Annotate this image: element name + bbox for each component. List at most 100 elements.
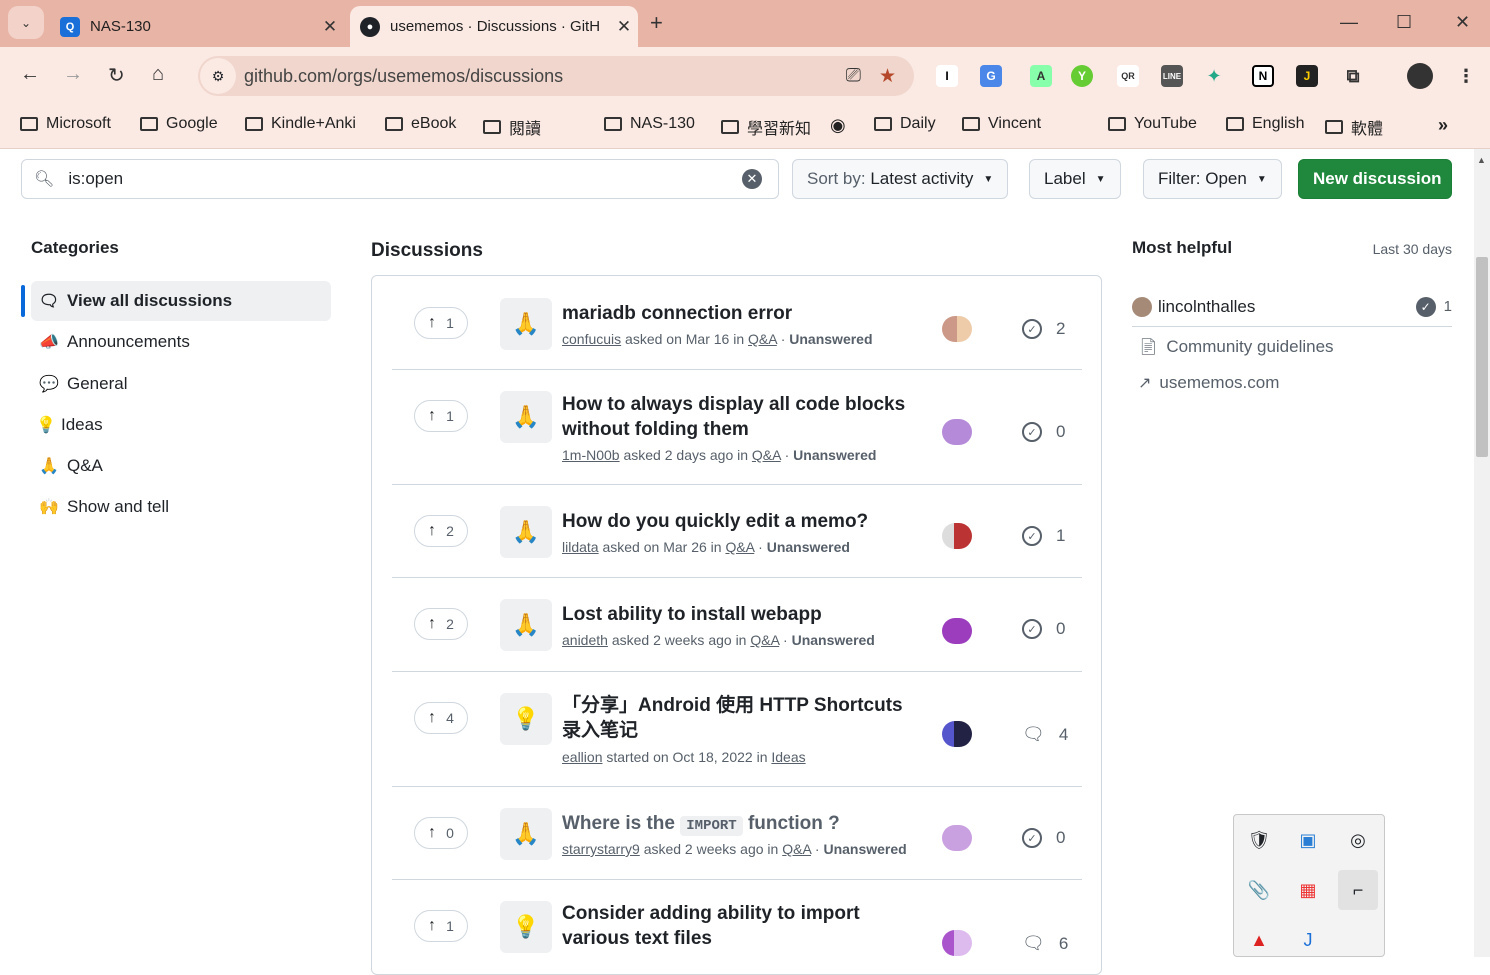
- filter-dropdown[interactable]: Filter: Open ▼: [1143, 159, 1282, 199]
- bookmark-folder-youtube[interactable]: YouTube: [1108, 115, 1197, 133]
- minimize-icon[interactable]: —: [1340, 12, 1358, 33]
- bookmark-folder-reading[interactable]: 閱讀: [483, 115, 541, 139]
- category-view-all[interactable]: 🗨︎ View all discussions: [31, 281, 331, 321]
- helpful-user-row[interactable]: lincolnthalles ✓ 1: [1132, 287, 1452, 327]
- upvote-button[interactable]: ↑ 0: [414, 817, 468, 849]
- globe-bookmark-icon[interactable]: ◉: [830, 115, 846, 136]
- clear-search-icon[interactable]: ✕: [742, 169, 762, 189]
- new-discussion-button[interactable]: New discussion: [1298, 159, 1452, 199]
- website-link[interactable]: ↗ usememos.com: [1138, 373, 1279, 393]
- install-app-icon[interactable]: ⎚: [846, 65, 861, 87]
- menu-kebab-icon[interactable]: ⋮: [1455, 65, 1477, 87]
- bookmark-folder-english[interactable]: English: [1226, 115, 1304, 133]
- category-link[interactable]: Q&A: [782, 841, 811, 857]
- ext-qr-icon[interactable]: QR: [1117, 65, 1139, 87]
- maximize-icon[interactable]: ☐: [1396, 12, 1412, 33]
- network-app-icon[interactable]: ▣: [1288, 820, 1328, 860]
- discussion-row[interactable]: ↑ 2 🙏 How do you quickly edit a memo? lil…: [392, 485, 1082, 578]
- helpful-username[interactable]: lincolnthalles: [1158, 297, 1416, 317]
- capture-app-icon[interactable]: ⌐: [1338, 870, 1378, 910]
- chrome-icon[interactable]: ◎: [1338, 820, 1378, 860]
- author-link[interactable]: eallion: [562, 749, 602, 765]
- upvote-button[interactable]: ↑ 1: [414, 307, 468, 339]
- category-link[interactable]: Q&A: [748, 331, 777, 347]
- author-link[interactable]: 1m-N00b: [562, 447, 620, 463]
- category-qa[interactable]: 🙏 Q&A: [31, 446, 331, 486]
- paperclip-icon[interactable]: 📎: [1239, 870, 1279, 910]
- discussion-row[interactable]: ↑ 1 💡 Consider adding ability to import v…: [392, 880, 1082, 974]
- upvote-button[interactable]: ↑ 1: [414, 400, 468, 432]
- discussion-title[interactable]: Consider adding ability to import variou…: [562, 901, 922, 951]
- bookmark-folder-nas[interactable]: NAS-130: [604, 115, 695, 133]
- category-link[interactable]: Ideas: [771, 749, 805, 765]
- scroll-up-icon[interactable]: ▲: [1477, 155, 1486, 165]
- author-link[interactable]: lildata: [562, 539, 599, 555]
- discussion-row[interactable]: ↑ 1 🙏 How to always display all code bloc…: [392, 370, 1082, 485]
- participant-avatars[interactable]: [942, 930, 972, 956]
- bookmark-star-icon[interactable]: ★: [879, 65, 896, 88]
- ext-notion-icon[interactable]: N: [1252, 65, 1274, 87]
- color-app-icon[interactable]: ▦: [1288, 870, 1328, 910]
- upvote-button[interactable]: ↑ 1: [414, 910, 468, 942]
- community-guidelines-link[interactable]: 📄︎ Community guidelines: [1138, 337, 1334, 357]
- more-bookmarks-icon[interactable]: »: [1438, 115, 1448, 136]
- upvote-button[interactable]: ↑ 2: [414, 608, 468, 640]
- page-scrollbar[interactable]: ▲: [1474, 149, 1490, 957]
- jotnote-icon[interactable]: J: [1288, 920, 1328, 960]
- close-tab-icon[interactable]: ✕: [316, 17, 344, 37]
- upvote-button[interactable]: ↑ 4: [414, 702, 468, 734]
- extensions-puzzle-icon[interactable]: ⧉: [1342, 65, 1364, 87]
- ext-y-icon[interactable]: Y: [1071, 65, 1093, 87]
- discussion-title[interactable]: Lost ability to install webapp: [562, 602, 922, 627]
- category-show-and-tell[interactable]: 🙌 Show and tell: [31, 487, 331, 527]
- discussion-title[interactable]: 「分享」Android 使用 HTTP Shortcuts 录入笔记: [562, 693, 922, 743]
- discussion-title[interactable]: Where is the IMPORT function ?: [562, 811, 962, 839]
- author-link[interactable]: anideth: [562, 632, 608, 648]
- bookmark-folder-microsoft[interactable]: Microsoft: [20, 115, 111, 133]
- bookmark-folder-daily[interactable]: Daily: [874, 115, 936, 133]
- discussion-row[interactable]: ↑ 4 💡 「分享」Android 使用 HTTP Shortcuts 录入笔记 …: [392, 672, 1082, 787]
- sort-dropdown[interactable]: Sort by: Latest activity ▼: [792, 159, 1009, 199]
- profile-avatar[interactable]: [1407, 63, 1433, 89]
- site-info-icon[interactable]: ⚙: [200, 58, 236, 94]
- participant-avatars[interactable]: [942, 316, 972, 342]
- discussion-title[interactable]: How to always display all code blocks wi…: [562, 392, 922, 442]
- search-bar[interactable]: 🔍︎ ✕: [21, 159, 779, 199]
- participant-avatars[interactable]: [942, 721, 972, 747]
- category-general[interactable]: 💬 General: [31, 364, 331, 404]
- category-announcements[interactable]: 📣 Announcements: [31, 322, 331, 362]
- shield-icon[interactable]: 🛡: [1239, 820, 1279, 860]
- ext-joplin-icon[interactable]: J: [1296, 65, 1318, 87]
- bookmark-folder-ebook[interactable]: eBook: [385, 115, 456, 133]
- address-bar[interactable]: ⚙ github.com/orgs/usememos/discussions ⎚…: [198, 56, 914, 96]
- tab-search-button[interactable]: ⌄: [8, 6, 44, 39]
- search-input[interactable]: [68, 169, 742, 189]
- close-window-icon[interactable]: ✕: [1455, 12, 1470, 33]
- reload-icon[interactable]: ↻: [108, 63, 125, 88]
- ext-i-icon[interactable]: I: [936, 65, 958, 87]
- forward-icon[interactable]: →: [63, 63, 83, 86]
- ext-pin-icon[interactable]: ✦: [1203, 65, 1225, 87]
- scrollbar-thumb[interactable]: [1476, 257, 1488, 457]
- bookmark-folder-software[interactable]: 軟體: [1325, 115, 1383, 139]
- category-link[interactable]: Q&A: [752, 447, 781, 463]
- discussion-row[interactable]: ↑ 1 🙏 mariadb connection error confucuis …: [392, 276, 1082, 370]
- category-link[interactable]: Q&A: [725, 539, 754, 555]
- bookmark-folder-vincent[interactable]: Vincent: [962, 115, 1041, 133]
- bookmark-folder-learning[interactable]: 學習新知: [721, 115, 811, 139]
- discussion-title[interactable]: mariadb connection error: [562, 301, 922, 326]
- label-dropdown[interactable]: Label ▼: [1029, 159, 1121, 199]
- browser-tab-github[interactable]: ● usememos · Discussions · GitH ✕: [350, 6, 638, 47]
- close-tab-icon[interactable]: ✕: [610, 17, 638, 37]
- participant-avatars[interactable]: [942, 419, 972, 445]
- ext-a-icon[interactable]: A: [1030, 65, 1052, 87]
- upvote-button[interactable]: ↑ 2: [414, 515, 468, 547]
- back-icon[interactable]: ←: [20, 63, 40, 86]
- bookmark-folder-kindle[interactable]: Kindle+Anki: [245, 115, 356, 133]
- ext-line-icon[interactable]: LINE: [1161, 65, 1183, 87]
- acrobat-icon[interactable]: ▲: [1239, 920, 1279, 960]
- discussion-row[interactable]: ↑ 2 🙏 Lost ability to install webapp anid…: [392, 578, 1082, 672]
- new-tab-icon[interactable]: +: [650, 10, 663, 36]
- author-link[interactable]: confucuis: [562, 331, 621, 347]
- category-ideas[interactable]: 💡 Ideas: [31, 405, 331, 445]
